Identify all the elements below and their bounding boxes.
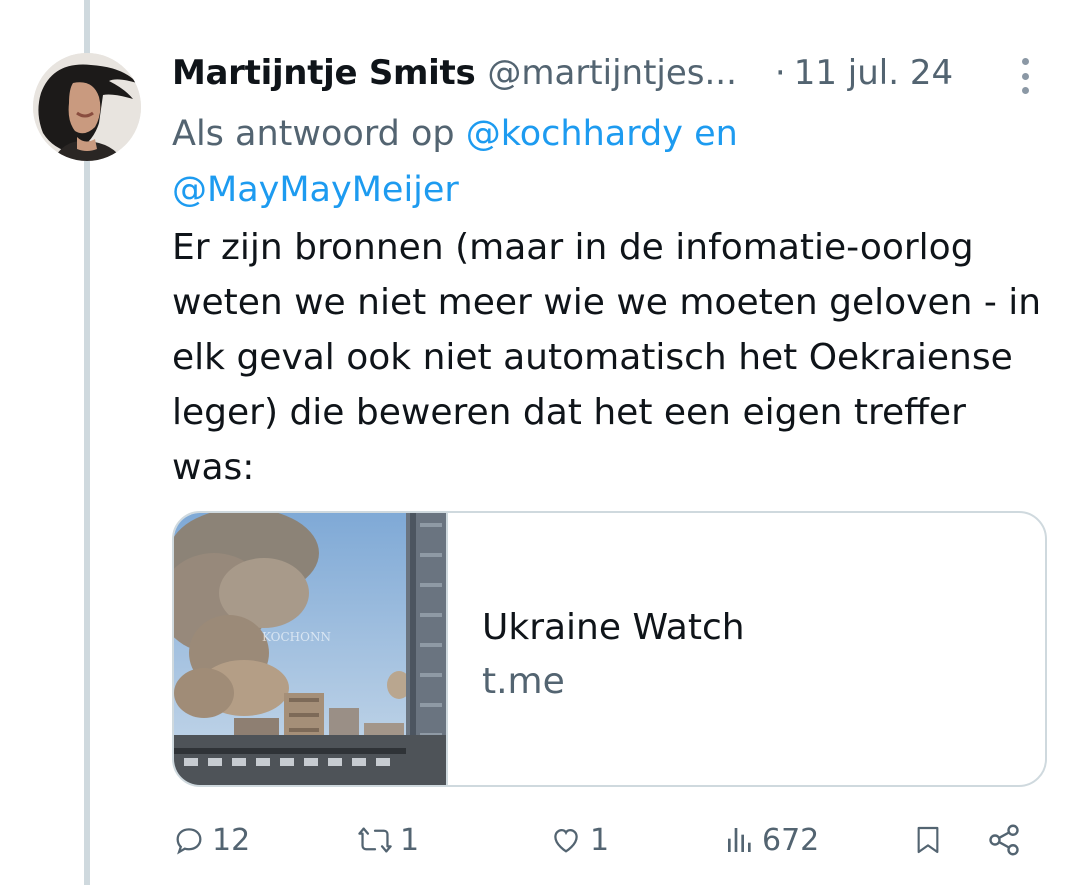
view-count: 672 xyxy=(762,822,820,858)
views-button[interactable]: 672 xyxy=(724,812,819,868)
reply-icon xyxy=(172,823,206,857)
explosion-photo: KOCHONN xyxy=(174,513,446,785)
user-handle[interactable]: @martijntjes... xyxy=(487,53,737,93)
repost-button[interactable]: 1 xyxy=(356,812,419,868)
bookmark-icon xyxy=(912,822,944,858)
tweet-header: Martijntje Smits @martijntjes... · 11 ju… xyxy=(172,50,1040,96)
action-bar: 12 1 1 672 xyxy=(172,812,1032,868)
tweet-date[interactable]: 11 jul. 24 xyxy=(794,53,953,93)
card-thumbnail: KOCHONN xyxy=(174,513,448,785)
mention-link-kochhardy[interactable]: @kochhardy xyxy=(466,114,683,154)
reply-count: 12 xyxy=(212,822,251,858)
share-icon xyxy=(986,822,1022,858)
repost-count: 1 xyxy=(400,822,420,858)
like-icon xyxy=(548,823,584,857)
bookmark-button[interactable] xyxy=(912,812,944,868)
views-icon xyxy=(724,823,756,857)
more-vertical-icon[interactable] xyxy=(1018,58,1032,94)
link-card[interactable]: KOCHONN Ukraine Watch t.me xyxy=(172,511,1047,787)
like-count: 1 xyxy=(590,822,610,858)
thumbnail-watermark: KOCHONN xyxy=(262,630,331,644)
reply-context: Als antwoord op @kochhardy en @MayMayMei… xyxy=(172,106,872,218)
card-body: Ukraine Watch t.me xyxy=(448,513,745,785)
separator-dot: · xyxy=(774,53,786,93)
reply-prefix: Als antwoord op xyxy=(172,114,455,154)
mention-link-maymaymeijer[interactable]: @MayMayMeijer xyxy=(172,170,459,210)
avatar-image xyxy=(33,53,141,161)
like-button[interactable]: 1 xyxy=(548,812,609,868)
reply-connector[interactable]: en xyxy=(694,114,738,154)
avatar[interactable] xyxy=(33,53,141,161)
share-button[interactable] xyxy=(986,812,1022,868)
card-domain: t.me xyxy=(482,661,565,702)
reply-button[interactable]: 12 xyxy=(172,812,250,868)
display-name[interactable]: Martijntje Smits xyxy=(172,53,476,93)
tweet-text: Er zijn bronnen (maar in de infomatie-oo… xyxy=(172,227,1042,488)
card-title[interactable]: Ukraine Watch xyxy=(482,601,745,655)
repost-icon xyxy=(356,823,394,857)
